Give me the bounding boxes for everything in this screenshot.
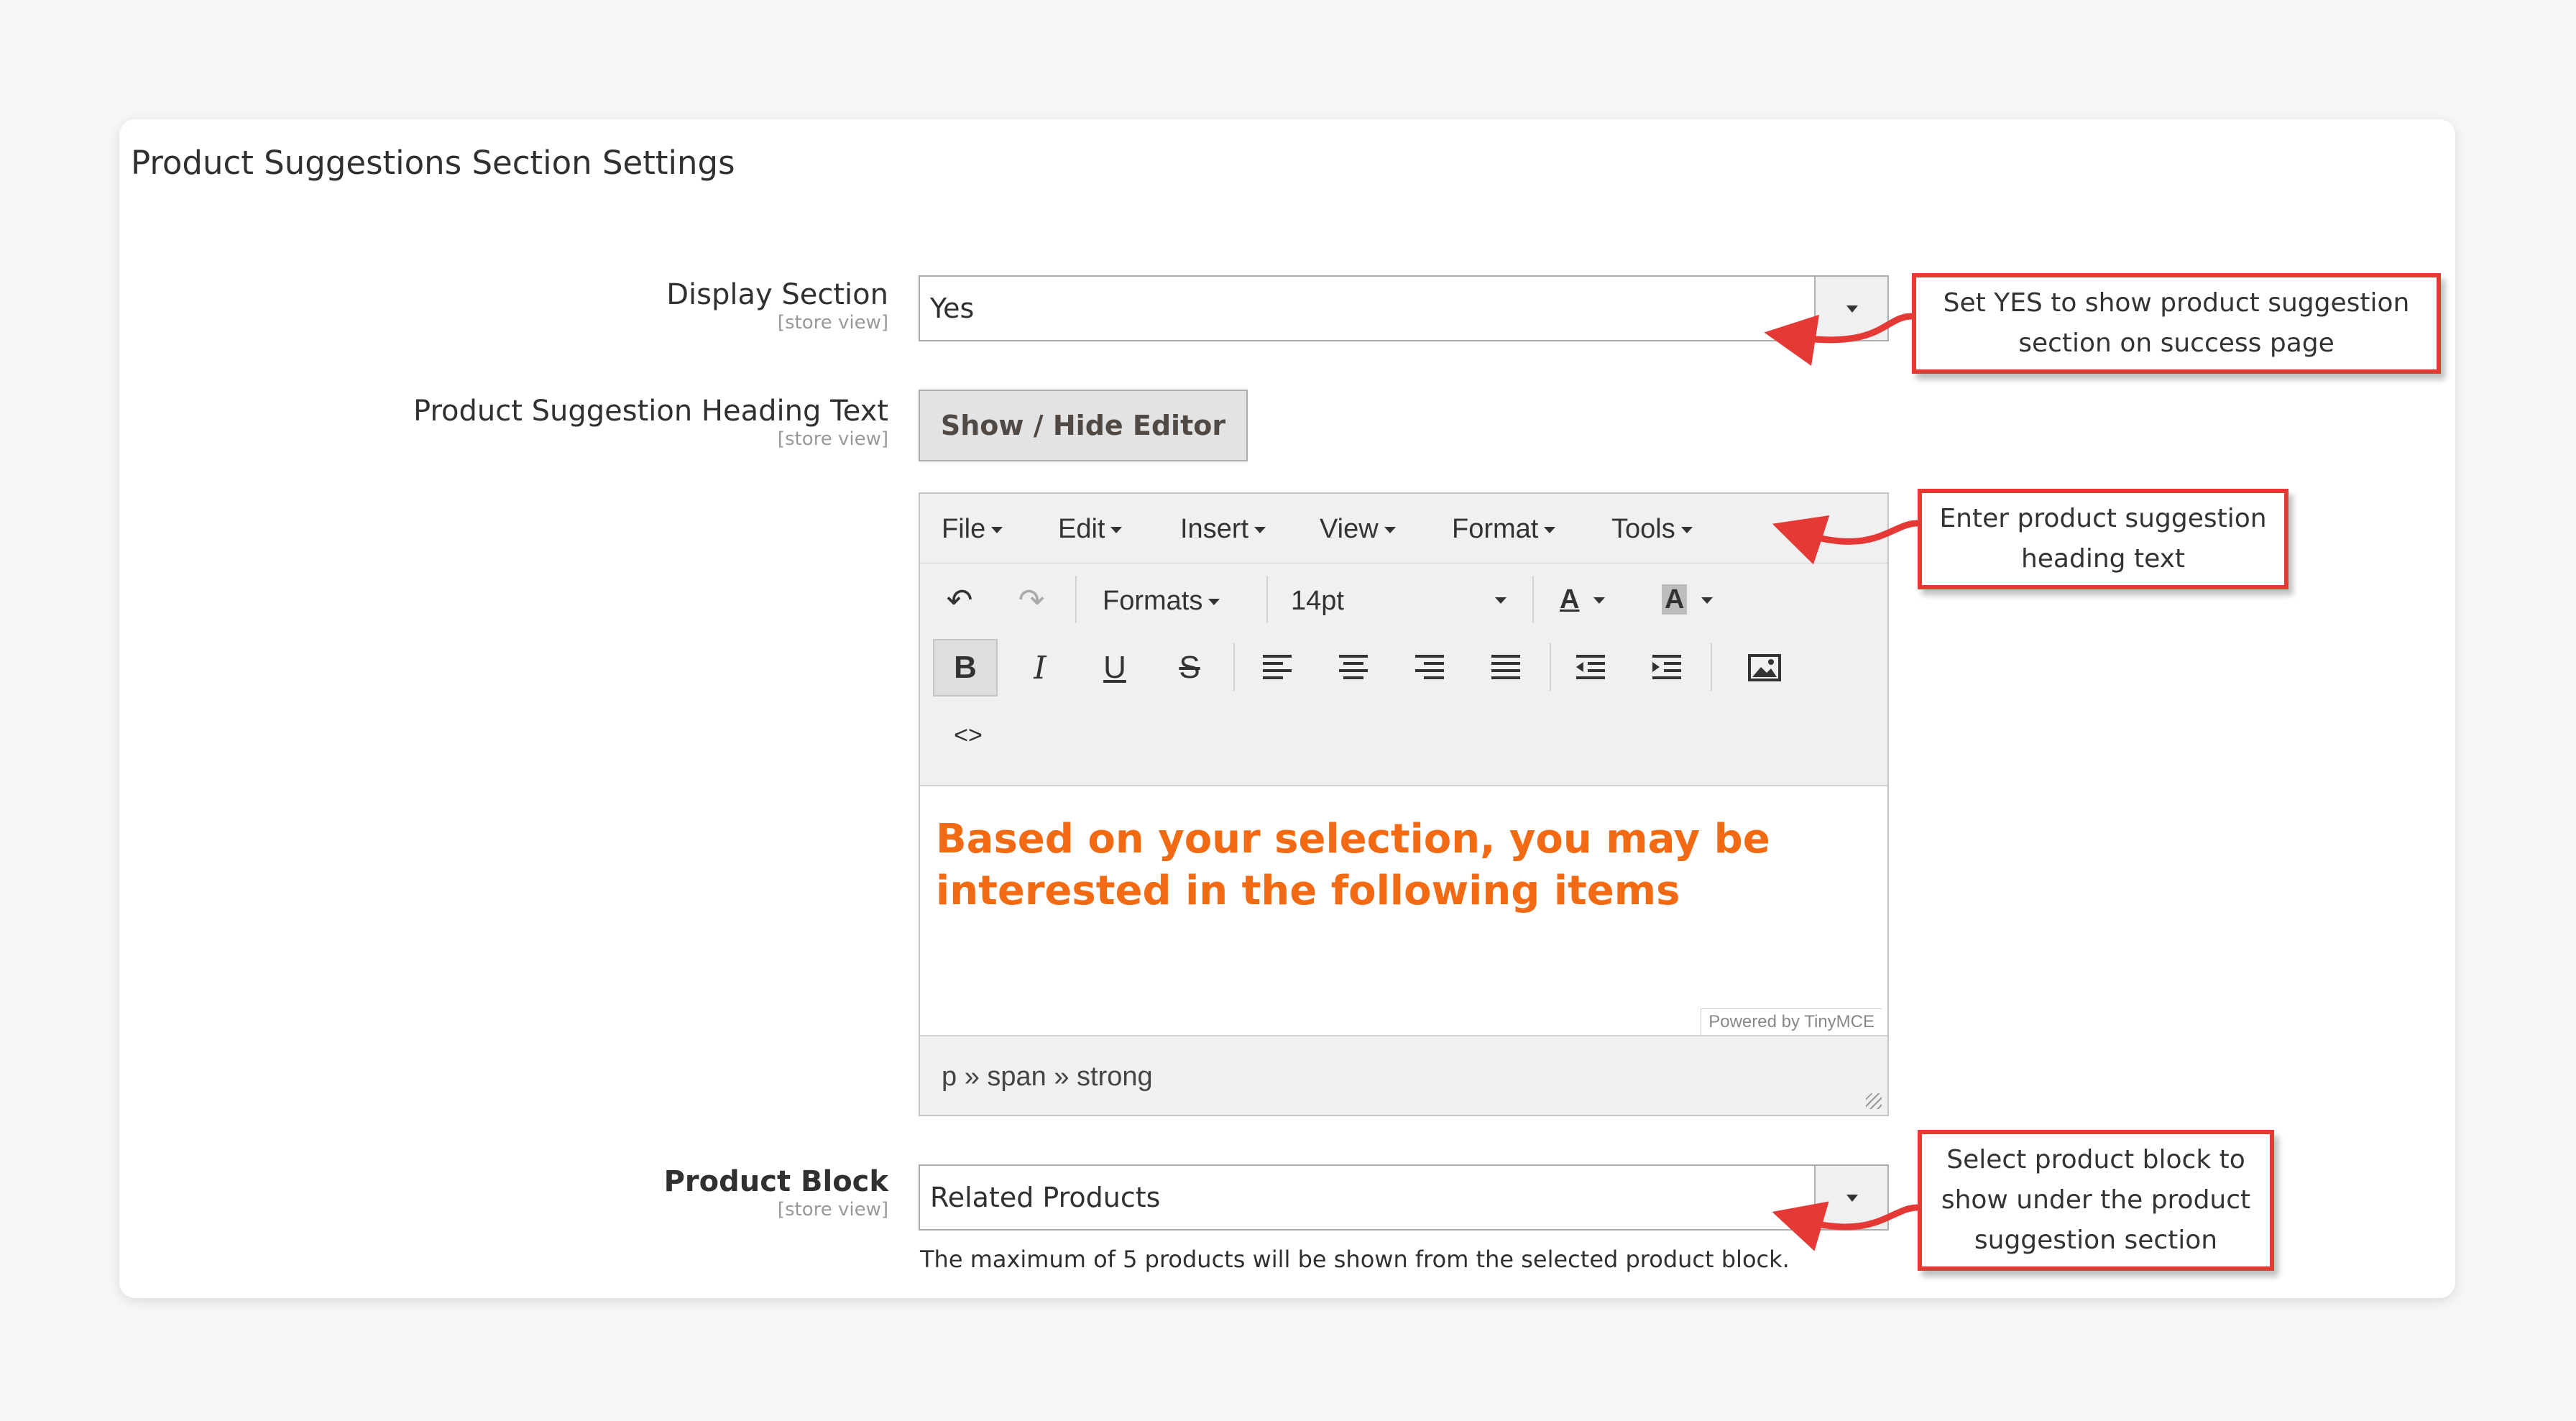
- caret-down-icon: [1254, 527, 1266, 534]
- section-title: Product Suggestions Section Settings: [131, 144, 735, 182]
- editor-status-path: p » span » strong: [942, 1062, 1153, 1092]
- toolbar-divider: [1075, 576, 1077, 623]
- editor-content[interactable]: Based on your selection, you may be inte…: [936, 814, 1834, 917]
- caret-down-icon: [1701, 597, 1714, 604]
- display-section-label: Display Section: [666, 278, 888, 311]
- caret-down-icon: [1680, 527, 1693, 534]
- scope-label: [store view]: [777, 428, 888, 450]
- editor-content-area[interactable]: Based on your selection, you may be inte…: [920, 785, 1887, 1036]
- menu-insert[interactable]: Insert: [1180, 514, 1266, 545]
- caret-down-icon: [1495, 597, 1506, 604]
- product-block-value: Related Products: [930, 1182, 1161, 1213]
- font-size-dropdown[interactable]: 14pt: [1291, 586, 1506, 617]
- menu-label: File: [942, 514, 986, 544]
- menu-view[interactable]: View: [1320, 514, 1396, 545]
- align-right-icon[interactable]: [1397, 639, 1462, 696]
- menu-edit[interactable]: Edit: [1058, 514, 1123, 545]
- code-icon[interactable]: <>: [936, 707, 1000, 764]
- menu-format[interactable]: Format: [1452, 514, 1556, 545]
- show-hide-editor-button[interactable]: Show / Hide Editor: [919, 390, 1248, 461]
- italic-icon[interactable]: I: [1008, 639, 1072, 696]
- annotation-product-block: Select product block to show under the p…: [1918, 1130, 2274, 1271]
- caret-down-icon: [1208, 599, 1220, 606]
- background-color-dropdown[interactable]: A: [1662, 584, 1714, 615]
- bold-icon[interactable]: B: [933, 639, 998, 696]
- product-block-label-group: Product Block [store view]: [664, 1164, 888, 1220]
- indent-icon[interactable]: [1634, 639, 1699, 696]
- chevron-down-icon[interactable]: [1814, 277, 1887, 340]
- caret-down-icon: [1544, 527, 1556, 534]
- menu-label: Tools: [1611, 514, 1675, 544]
- text-color-icon: A: [1560, 584, 1580, 615]
- redo-icon[interactable]: ↷: [999, 571, 1064, 629]
- scope-label: [store view]: [777, 1199, 888, 1220]
- display-section-select[interactable]: Yes: [919, 275, 1889, 341]
- powered-by-label: Powered by TinyMCE: [1701, 1008, 1882, 1035]
- toolbar-divider: [1532, 576, 1534, 623]
- caret-down-icon: [1593, 597, 1606, 604]
- strikethrough-icon[interactable]: S: [1157, 639, 1222, 696]
- caret-down-icon: [991, 527, 1003, 534]
- menu-label: Format: [1452, 514, 1539, 544]
- undo-icon[interactable]: ↶: [927, 571, 992, 629]
- menu-label: View: [1320, 514, 1379, 544]
- resize-handle-icon[interactable]: [1866, 1093, 1882, 1109]
- align-left-icon[interactable]: [1245, 639, 1310, 696]
- menu-label: Insert: [1180, 514, 1249, 544]
- editor-menubar: File Edit Insert View Format Tools: [920, 494, 1887, 564]
- chevron-down-icon[interactable]: [1814, 1166, 1887, 1229]
- menu-file[interactable]: File: [942, 514, 1003, 545]
- underline-icon[interactable]: U: [1082, 639, 1147, 696]
- formats-label: Formats: [1103, 586, 1203, 616]
- formats-dropdown[interactable]: Formats: [1103, 586, 1220, 617]
- annotation-heading-text: Enter product suggestion heading text: [1918, 489, 2288, 589]
- caret-down-icon: [1110, 527, 1123, 534]
- rich-text-editor: File Edit Insert View Format Tools ↶ ↷ F…: [919, 492, 1889, 1116]
- toolbar-divider: [1266, 576, 1268, 623]
- product-block-hint: The maximum of 5 products will be shown …: [920, 1246, 1790, 1273]
- toolbar-divider: [1711, 643, 1712, 691]
- product-block-select[interactable]: Related Products: [919, 1164, 1889, 1231]
- menu-label: Edit: [1058, 514, 1105, 544]
- display-section-value: Yes: [930, 293, 975, 324]
- caret-down-icon: [1384, 527, 1396, 534]
- background-color-icon: A: [1662, 584, 1688, 615]
- display-section-label-group: Display Section [store view]: [666, 277, 888, 334]
- outdent-icon[interactable]: [1558, 639, 1623, 696]
- image-icon[interactable]: [1732, 639, 1797, 696]
- toolbar-divider: [1550, 643, 1551, 691]
- annotation-display-section: Set YES to show product suggestion secti…: [1912, 273, 2441, 374]
- menu-tools[interactable]: Tools: [1611, 514, 1693, 545]
- product-block-label: Product Block: [663, 1165, 888, 1198]
- text-color-dropdown[interactable]: A: [1560, 584, 1606, 615]
- align-center-icon[interactable]: [1321, 639, 1386, 696]
- heading-text-label: Product Suggestion Heading Text: [413, 395, 888, 428]
- align-justify-icon[interactable]: [1473, 639, 1538, 696]
- scope-label: [store view]: [777, 312, 888, 334]
- font-size-value: 14pt: [1291, 586, 1344, 616]
- heading-text-label-group: Product Suggestion Heading Text [store v…: [413, 394, 888, 450]
- toolbar-divider: [1233, 643, 1235, 691]
